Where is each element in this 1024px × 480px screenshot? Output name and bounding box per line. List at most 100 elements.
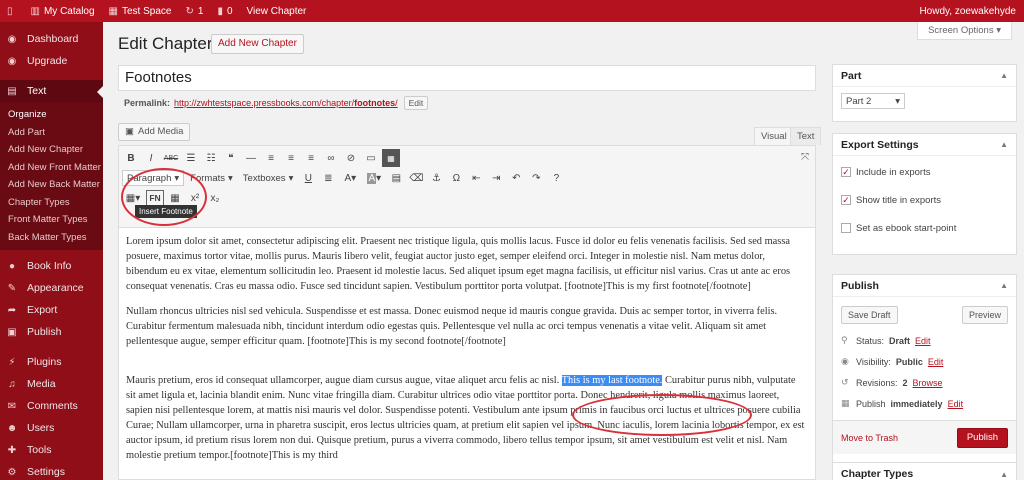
link-icon[interactable]: ∞ bbox=[322, 149, 340, 167]
publish-time-edit-link[interactable]: Edit bbox=[948, 399, 964, 409]
align-center-icon[interactable]: ≡ bbox=[282, 149, 300, 167]
add-media-button[interactable]: ▣ Add Media bbox=[118, 123, 191, 141]
permalink-edit-button[interactable]: Edit bbox=[403, 96, 429, 110]
formats-select[interactable]: Formats ▾ bbox=[186, 170, 237, 186]
submenu-front-matter-types[interactable]: Front Matter Types bbox=[0, 211, 103, 229]
text-color-icon[interactable]: A▾ bbox=[339, 169, 361, 187]
justify-icon[interactable]: ≣ bbox=[319, 169, 337, 187]
include-in-exports-checkbox[interactable]: ✓ bbox=[841, 167, 851, 177]
comments-link[interactable]: ▮ 0 bbox=[210, 0, 239, 22]
submenu-chapter-types[interactable]: Chapter Types bbox=[0, 194, 103, 212]
part-box: Part ▲ Part 2 ▾ bbox=[832, 64, 1017, 122]
status-edit-link[interactable]: Edit bbox=[915, 336, 931, 346]
anchor-icon[interactable]: ⚓ bbox=[427, 169, 445, 187]
read-more-icon[interactable]: ▭ bbox=[362, 149, 380, 167]
preview-button[interactable]: Preview bbox=[961, 306, 1008, 324]
submenu-organize[interactable]: Organize bbox=[0, 106, 103, 124]
submenu-add-new-back-matter[interactable]: Add New Back Matter bbox=[0, 176, 103, 194]
align-right-icon[interactable]: ≡ bbox=[302, 149, 320, 167]
text-submenu: Organize Add Part Add New Chapter Add Ne… bbox=[0, 102, 103, 250]
sidebar-item-appearance[interactable]: ✎ Appearance bbox=[0, 277, 103, 299]
sidebar-item-users[interactable]: ☻ Users bbox=[0, 417, 103, 439]
paragraph-select[interactable]: Paragraph ▾ bbox=[122, 170, 185, 186]
permalink-url[interactable]: http://zwhtestspace.pressbooks.com/chapt… bbox=[174, 98, 398, 108]
subscript-icon[interactable]: x₂ bbox=[206, 189, 224, 207]
textboxes-select[interactable]: Textboxes ▾ bbox=[239, 170, 298, 186]
site-name-link[interactable]: ▦ Test Space bbox=[102, 0, 179, 22]
sidebar-item-text[interactable]: ▤ Text bbox=[0, 80, 103, 102]
sidebar-item-upgrade[interactable]: ◉ Upgrade bbox=[0, 50, 103, 72]
sidebar-item-plugins[interactable]: ⚡ Plugins bbox=[0, 351, 103, 373]
export-box-header[interactable]: Export Settings ▲ bbox=[833, 134, 1016, 156]
chapter-types-box: Chapter Types ▲ bbox=[832, 462, 1017, 480]
fullscreen-icon[interactable]: ⤧ bbox=[801, 152, 809, 163]
bold-button[interactable]: B bbox=[122, 149, 140, 167]
underline-icon[interactable]: U bbox=[299, 169, 317, 187]
publish-button[interactable]: Publish bbox=[956, 427, 1008, 448]
bullet-list-icon[interactable]: ☰ bbox=[182, 149, 200, 167]
publish-box-header[interactable]: Publish ▲ bbox=[833, 275, 1016, 297]
outdent-icon[interactable]: ⇤ bbox=[467, 169, 485, 187]
clear-formatting-icon[interactable]: ⌫ bbox=[407, 169, 425, 187]
horizontal-line-icon[interactable]: — bbox=[242, 149, 260, 167]
sidebar-item-settings[interactable]: ⚙ Settings bbox=[0, 461, 103, 480]
sidebar-item-dashboard[interactable]: ◉ Dashboard bbox=[0, 28, 103, 50]
submenu-add-new-chapter[interactable]: Add New Chapter bbox=[0, 141, 103, 159]
sidebar-item-book-info[interactable]: ● Book Info bbox=[0, 255, 103, 277]
editor-content[interactable]: Lorem ipsum dolor sit amet, consectetur … bbox=[119, 228, 815, 463]
strikethrough-icon[interactable]: ABC bbox=[162, 149, 180, 167]
sidebar-item-tools[interactable]: ✚ Tools bbox=[0, 439, 103, 461]
comment-icon: ▮ bbox=[217, 5, 223, 17]
screen-options-button[interactable]: Screen Options ▾ bbox=[917, 22, 1012, 40]
main-content: Screen Options ▾ Edit Chapter Add New Ch… bbox=[103, 22, 1024, 480]
special-character-icon[interactable]: Ω bbox=[447, 169, 465, 187]
paste-text-icon[interactable]: ▤ bbox=[387, 169, 405, 187]
chapter-types-header[interactable]: Chapter Types ▲ bbox=[833, 463, 1016, 480]
collapse-arrow-icon[interactable]: ▲ bbox=[1000, 140, 1008, 149]
eye-icon: ◉ bbox=[841, 356, 849, 366]
my-catalog-link[interactable]: ▥ My Catalog bbox=[24, 0, 102, 22]
show-title-checkbox[interactable]: ✓ bbox=[841, 195, 851, 205]
save-draft-button[interactable]: Save Draft bbox=[841, 306, 898, 324]
add-new-chapter-button[interactable]: Add New Chapter bbox=[211, 34, 304, 54]
view-chapter-link[interactable]: View Chapter bbox=[240, 0, 314, 22]
visibility-edit-link[interactable]: Edit bbox=[928, 357, 944, 367]
background-color-icon[interactable]: A ▾ bbox=[363, 169, 385, 187]
undo-icon[interactable]: ↶ bbox=[507, 169, 525, 187]
part-box-header[interactable]: Part ▲ bbox=[833, 65, 1016, 87]
tab-visual[interactable]: Visual bbox=[754, 127, 794, 145]
paragraph-1: Lorem ipsum dolor sit amet, consectetur … bbox=[126, 236, 791, 292]
submenu-add-part[interactable]: Add Part bbox=[0, 124, 103, 142]
submenu-back-matter-types[interactable]: Back Matter Types bbox=[0, 229, 103, 247]
move-to-trash-link[interactable]: Move to Trash bbox=[841, 433, 898, 443]
redo-icon[interactable]: ↷ bbox=[527, 169, 545, 187]
sidebar-item-media[interactable]: ♫ Media bbox=[0, 373, 103, 395]
indent-icon[interactable]: ⇥ bbox=[487, 169, 505, 187]
appearance-icon: ✎ bbox=[7, 282, 17, 294]
unlink-icon[interactable]: ⊘ bbox=[342, 149, 360, 167]
publish-box: Publish ▲ Save Draft Preview ⚲ Status: Draf… bbox=[832, 274, 1017, 472]
collapse-arrow-icon[interactable]: ▲ bbox=[1000, 71, 1008, 80]
sidebar-item-publish[interactable]: ▣ Publish bbox=[0, 321, 103, 343]
updates-link[interactable]: ↻ 1 bbox=[178, 0, 210, 22]
ebook-start-checkbox[interactable] bbox=[841, 223, 851, 233]
blockquote-icon[interactable]: ❝ bbox=[222, 149, 240, 167]
browse-revisions-link[interactable]: Browse bbox=[913, 378, 943, 388]
selected-text: This is my last footnote. bbox=[561, 375, 663, 386]
sidebar-item-comments[interactable]: ✉ Comments bbox=[0, 395, 103, 417]
sidebar-item-export[interactable]: ➦ Export bbox=[0, 299, 103, 321]
part-select[interactable]: Part 2 ▾ bbox=[841, 93, 905, 109]
collapse-arrow-icon[interactable]: ▲ bbox=[1000, 470, 1008, 479]
permalink-label: Permalink: bbox=[124, 98, 171, 108]
submenu-add-new-front-matter[interactable]: Add New Front Matter bbox=[0, 159, 103, 177]
user-account-menu[interactable]: Howdy, zoewakehyde bbox=[912, 0, 1024, 22]
align-left-icon[interactable]: ≡ bbox=[262, 149, 280, 167]
toolbar-toggle-icon[interactable]: ▦ bbox=[382, 149, 400, 167]
numbered-list-icon[interactable]: ☷ bbox=[202, 149, 220, 167]
italic-button[interactable]: I bbox=[142, 149, 160, 167]
chapter-title-input[interactable]: Footnotes bbox=[118, 65, 816, 91]
collapse-arrow-icon[interactable]: ▲ bbox=[1000, 281, 1008, 290]
tab-text[interactable]: Text bbox=[790, 127, 822, 145]
wp-logo-icon[interactable]: ▯ bbox=[0, 0, 24, 22]
help-icon[interactable]: ? bbox=[547, 169, 565, 187]
